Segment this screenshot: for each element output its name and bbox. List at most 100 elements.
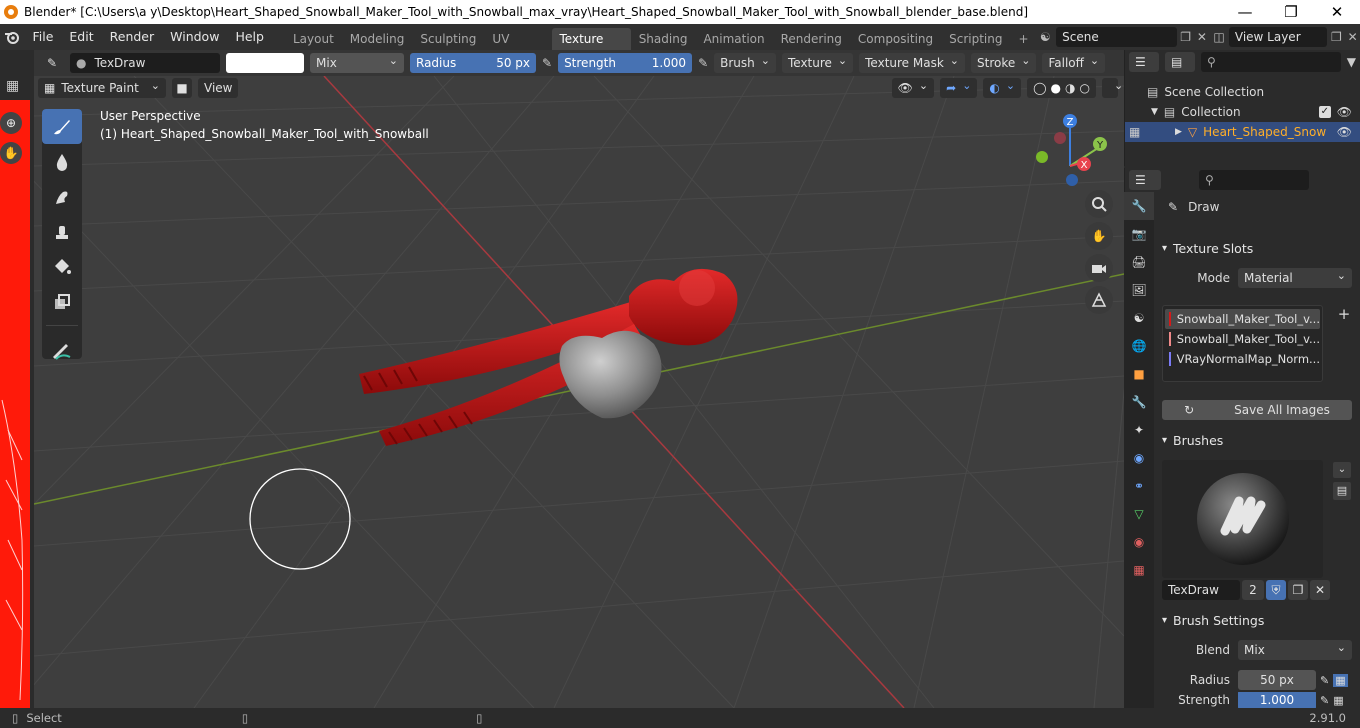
falloff-menu[interactable]: Falloff bbox=[1042, 53, 1106, 73]
menu-edit[interactable]: Edit bbox=[61, 24, 101, 50]
collection-visibility-icon[interactable]: 👁 bbox=[1337, 105, 1352, 119]
mask-tool-icon[interactable] bbox=[42, 284, 82, 319]
scene-tab-icon[interactable]: ☯ bbox=[1124, 304, 1154, 332]
outliner-search-field[interactable]: ⚲ bbox=[1201, 52, 1341, 72]
heart-snowball[interactable] bbox=[559, 330, 662, 419]
duplicate-brush-icon[interactable]: ❐ bbox=[1288, 580, 1308, 600]
brush-icon[interactable]: ✎ bbox=[40, 56, 64, 70]
tool-tab-icon[interactable]: 🔧 bbox=[1124, 192, 1154, 220]
copy-scene-icon[interactable]: ❐ bbox=[1177, 30, 1195, 44]
tab-texture-paint[interactable]: Texture Paint bbox=[551, 28, 631, 68]
texture-icon[interactable]: ▦ bbox=[6, 78, 19, 94]
blend-dropdown[interactable]: Mix bbox=[310, 53, 404, 73]
zoom-icon[interactable]: ⊕ bbox=[0, 112, 22, 134]
object-tab-icon[interactable]: ■ bbox=[1124, 360, 1154, 388]
stroke-menu[interactable]: Stroke bbox=[971, 53, 1037, 73]
hand-pan-icon[interactable]: ✋ bbox=[0, 142, 22, 164]
menu-render[interactable]: Render bbox=[102, 24, 163, 50]
menu-file[interactable]: File bbox=[24, 24, 61, 50]
render-tab-icon[interactable]: 📷 bbox=[1124, 220, 1154, 248]
collection-checkbox[interactable]: ✓ bbox=[1318, 106, 1331, 118]
strength-pressure-toggle-icon[interactable]: ✎ bbox=[1320, 694, 1329, 707]
texture-tab-icon[interactable]: ▦ bbox=[1124, 556, 1154, 584]
material-tab-icon[interactable]: ◉ bbox=[1124, 528, 1154, 556]
texture-mask-menu[interactable]: Texture Mask bbox=[859, 53, 966, 73]
properties-search-field[interactable]: ⚲ bbox=[1199, 170, 1309, 190]
scene-collection-row[interactable]: ▤ Scene Collection bbox=[1125, 82, 1360, 102]
tab-scripting[interactable]: Scripting bbox=[941, 28, 1010, 50]
texture-slots-mode-dropdown[interactable]: Material bbox=[1238, 268, 1352, 288]
menu-window[interactable]: Window bbox=[162, 24, 227, 50]
collection-row[interactable]: ▼ ▤ Collection ✓ 👁 bbox=[1125, 102, 1360, 122]
properties-editor-type-icon[interactable]: ☰ bbox=[1129, 170, 1161, 190]
brush-radius-field[interactable]: 50 px bbox=[1238, 670, 1316, 690]
texture-menu[interactable]: Texture bbox=[781, 53, 854, 73]
modifier-tab-icon[interactable]: 🔧 bbox=[1124, 388, 1154, 416]
navigation-gizmo[interactable]: Z Y X bbox=[1036, 114, 1107, 186]
brush-custom-icon[interactable]: ▤ bbox=[1333, 482, 1351, 500]
ortho-toggle-icon[interactable] bbox=[1085, 286, 1113, 314]
texture-slots-panel-header[interactable]: Texture Slots bbox=[1156, 237, 1356, 259]
tab-animation[interactable]: Animation bbox=[695, 28, 772, 50]
pan-view-icon[interactable]: ✋ bbox=[1085, 222, 1113, 250]
smear-tool-icon[interactable] bbox=[42, 179, 82, 214]
tab-layout[interactable]: Layout bbox=[285, 28, 342, 50]
scene-icon[interactable]: ☯ bbox=[1040, 30, 1056, 44]
brush-name-field[interactable]: TexDraw bbox=[1162, 580, 1240, 600]
texture-slot-item-3[interactable]: VRayNormalMap_Norm... bbox=[1165, 349, 1320, 369]
gizmo-toggle-icon[interactable]: ➦ bbox=[940, 78, 978, 98]
particles-tab-icon[interactable]: ✦ bbox=[1124, 416, 1154, 444]
object-row[interactable]: ▦ ▶ ▽ Heart_Shaped_Snow 👁 bbox=[1125, 122, 1360, 142]
view-layer-field[interactable]: View Layer bbox=[1228, 27, 1328, 47]
brush-blend-dropdown[interactable]: Mix bbox=[1238, 640, 1352, 660]
strength-slider[interactable]: Strength 1.000 bbox=[558, 53, 693, 73]
display-mode-icon[interactable]: ▤ bbox=[1165, 52, 1195, 72]
filter-icon[interactable]: ▼ bbox=[1347, 55, 1356, 69]
radius-pressure-toggle-icon[interactable]: ✎ bbox=[1320, 674, 1329, 687]
radius-slider[interactable]: Radius 50 px bbox=[410, 53, 536, 73]
unlink-brush-icon[interactable]: ✕ bbox=[1310, 580, 1330, 600]
output-tab-icon[interactable]: 🖨 bbox=[1124, 248, 1154, 276]
scene-field[interactable]: Scene bbox=[1056, 27, 1177, 47]
clone-tool-icon[interactable] bbox=[42, 214, 82, 249]
add-workspace-button[interactable]: + bbox=[1011, 28, 1037, 50]
fill-tool-icon[interactable] bbox=[42, 249, 82, 284]
view-menu[interactable]: View bbox=[198, 78, 239, 98]
save-all-images-button[interactable]: ↻ Save All Images bbox=[1162, 400, 1352, 420]
brush-settings-panel-header[interactable]: Brush Settings bbox=[1156, 609, 1356, 631]
collection-expand-icon[interactable]: ▼ bbox=[1151, 107, 1158, 117]
copy-view-layer-icon[interactable]: ❐ bbox=[1327, 30, 1345, 44]
solid-shading-icon[interactable]: ● bbox=[1051, 81, 1061, 95]
material-shading-icon[interactable]: ◑ bbox=[1065, 81, 1075, 95]
shading-options-dropdown[interactable] bbox=[1102, 78, 1118, 98]
brush-list-dropdown-icon[interactable]: ⌄ bbox=[1333, 462, 1351, 478]
close-button[interactable]: ✕ bbox=[1314, 0, 1360, 24]
minimize-button[interactable]: — bbox=[1222, 0, 1268, 24]
fake-user-shield-icon[interactable]: ⛨ bbox=[1266, 580, 1286, 600]
outliner-editor-type-icon[interactable]: ☰ bbox=[1129, 52, 1159, 72]
brush-selector[interactable]: ● TexDraw bbox=[70, 53, 220, 73]
menu-help[interactable]: Help bbox=[227, 24, 272, 50]
strength-extra-toggle-icon[interactable]: ▦ bbox=[1333, 694, 1343, 707]
brush-preview[interactable] bbox=[1162, 460, 1323, 578]
color-swatch[interactable] bbox=[226, 53, 304, 73]
view-layer-icon[interactable]: ◫ bbox=[1209, 30, 1229, 44]
add-texture-slot-button[interactable]: + bbox=[1336, 305, 1352, 323]
tab-compositing[interactable]: Compositing bbox=[850, 28, 941, 50]
tab-modeling[interactable]: Modeling bbox=[342, 28, 413, 50]
shading-modes[interactable]: ◯ ● ◑ ○ bbox=[1027, 78, 1096, 98]
rendered-shading-icon[interactable]: ○ bbox=[1080, 81, 1090, 95]
strength-pressure-icon[interactable]: ✎ bbox=[698, 56, 708, 70]
mask-toggle-icon[interactable]: ■ bbox=[172, 78, 192, 98]
overlays-icon[interactable]: ◐ bbox=[983, 78, 1022, 98]
tab-rendering[interactable]: Rendering bbox=[773, 28, 850, 50]
texture-slot-item-2[interactable]: Snowball_Maker_Tool_v... bbox=[1165, 329, 1320, 349]
view-layer-tab-icon[interactable]: 🖼 bbox=[1124, 276, 1154, 304]
remove-view-layer-icon[interactable]: ✕ bbox=[1345, 30, 1360, 44]
tab-uv-editing[interactable]: UV Editing bbox=[484, 28, 551, 68]
remove-scene-icon[interactable]: ✕ bbox=[1195, 30, 1210, 44]
3d-viewport[interactable]: Z Y X bbox=[34, 76, 1124, 708]
tab-sculpting[interactable]: Sculpting bbox=[412, 28, 484, 50]
wireframe-shading-icon[interactable]: ◯ bbox=[1033, 81, 1046, 95]
maximize-button[interactable]: ❐ bbox=[1268, 0, 1314, 24]
